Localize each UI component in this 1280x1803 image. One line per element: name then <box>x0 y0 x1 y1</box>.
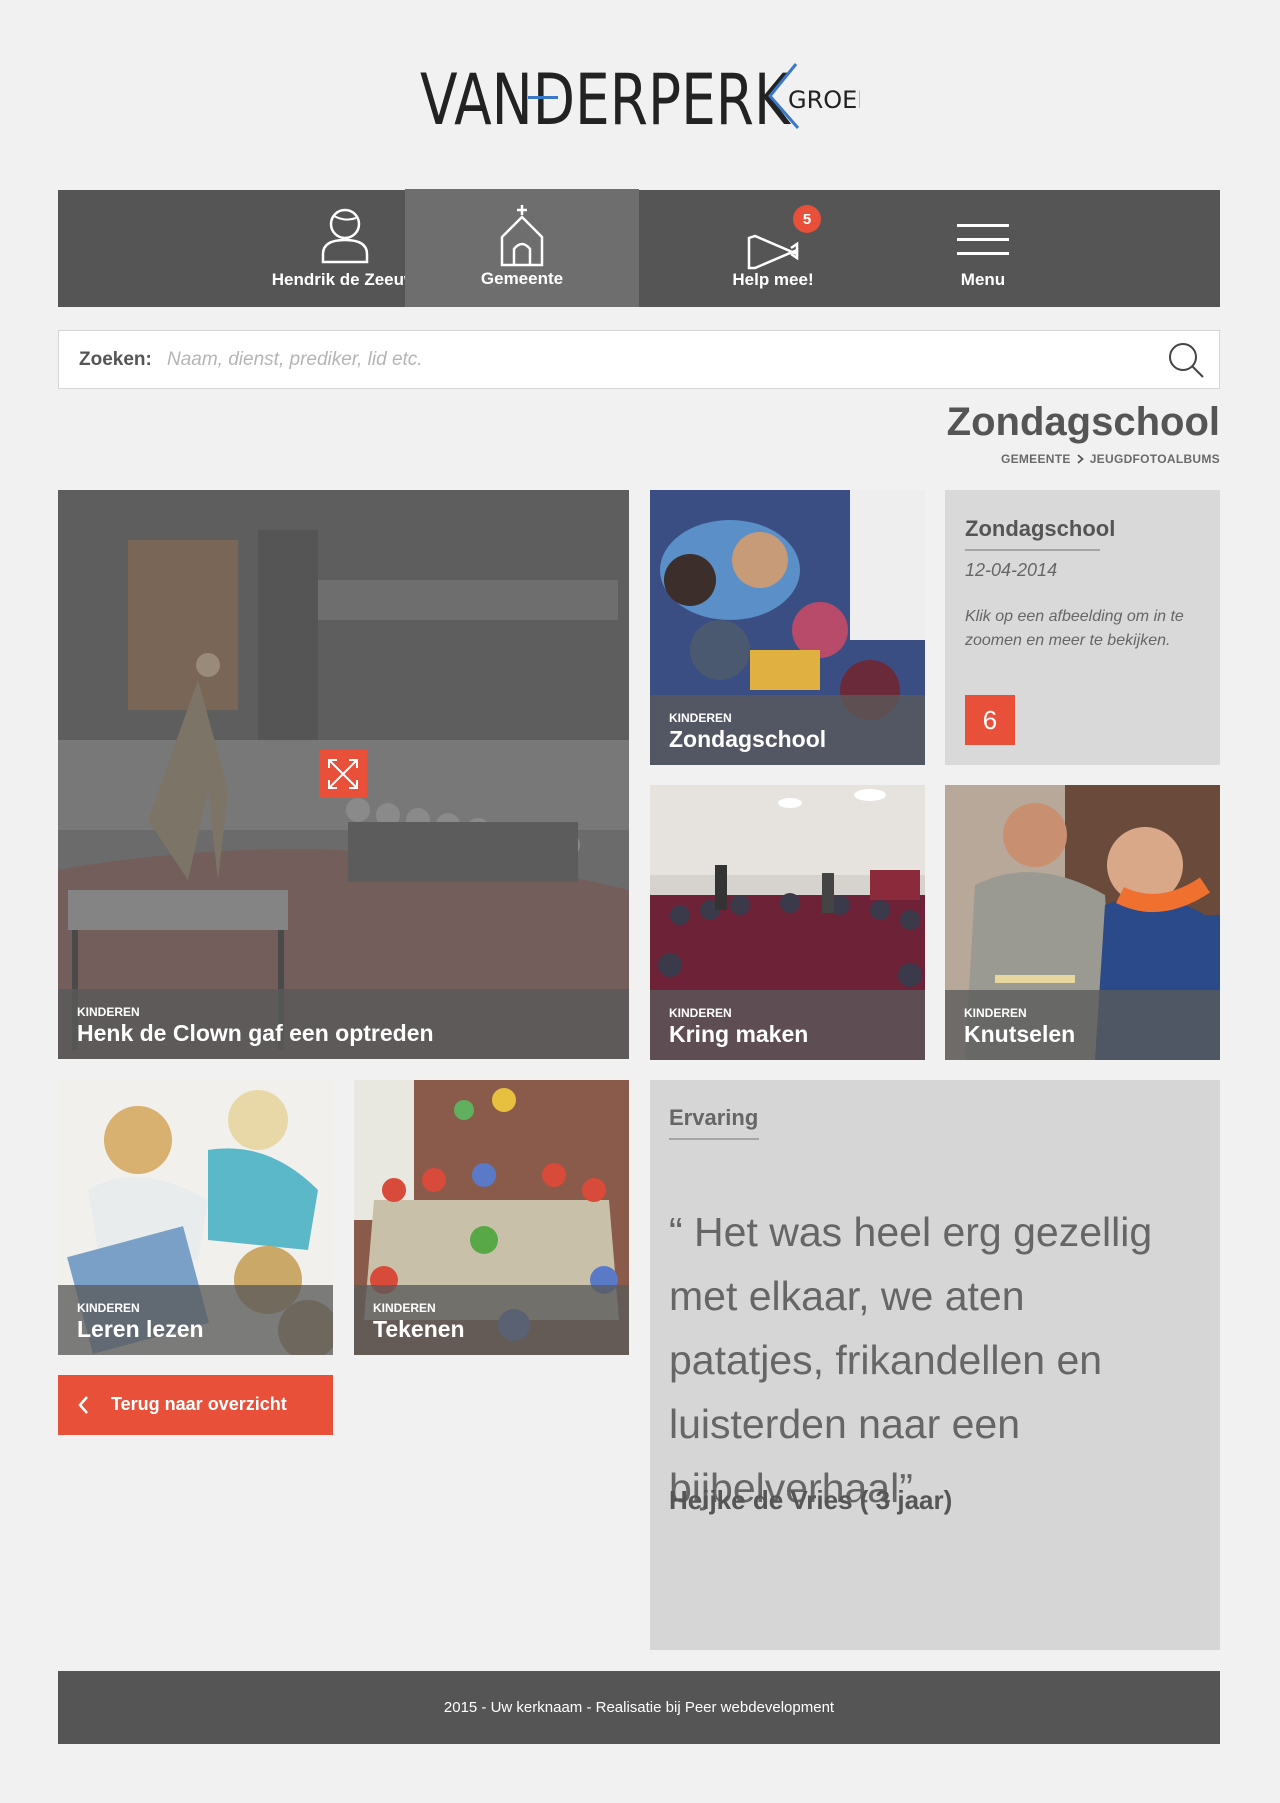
photo-tile-kring-maken[interactable]: KINDEREN Kring maken <box>650 785 925 1060</box>
tile-title: Knutselen <box>964 1021 1076 1047</box>
nav-item-label: Hendrik de Zeeuw <box>271 270 418 289</box>
photo-tile-zondagschool[interactable]: KINDEREN Zondagschool <box>650 490 925 765</box>
church-icon <box>500 205 544 267</box>
tile-title: Tekenen <box>373 1316 465 1342</box>
page-title: Zondagschool <box>946 400 1220 444</box>
logo-main-text: VANDERPERK <box>420 59 792 138</box>
back-to-overview-button[interactable]: Terug naar overzicht <box>58 1375 333 1435</box>
tile-category: KINDEREN <box>669 711 732 725</box>
nav-item-profile[interactable]: Hendrik de Zeeuw <box>262 190 427 307</box>
photo-count-badge: 6 <box>965 695 1015 745</box>
tile-title: Henk de Clown gaf een optreden <box>77 1020 434 1046</box>
tile-category: KINDEREN <box>964 1006 1027 1020</box>
album-date: 12-04-2014 <box>965 560 1058 580</box>
footer-text: 2015 - Uw kerknaam - Realisatie bij Peer… <box>443 1699 835 1716</box>
testimonial-author: Heijke de Vries ( 3 jaar) <box>669 1485 953 1515</box>
expand-icon <box>328 759 358 789</box>
tile-category: KINDEREN <box>669 1006 732 1020</box>
tile-category: KINDEREN <box>373 1301 436 1315</box>
chevron-right-icon <box>1077 454 1084 464</box>
divider <box>965 549 1100 551</box>
testimonial-text: “ Het was heel erg gezellig met elkaar, … <box>669 1209 1153 1511</box>
user-icon <box>321 208 368 264</box>
nav-item-help[interactable]: 5 Help mee! <box>698 190 848 307</box>
photo-tile-large[interactable]: KINDEREN Henk de Clown gaf een optreden <box>58 490 629 1059</box>
nav-item-label: Help mee! <box>732 270 814 289</box>
photo-tile-leren-lezen[interactable]: KINDEREN Leren lezen <box>58 1080 333 1355</box>
testimonial-heading: Ervaring <box>669 1105 759 1130</box>
breadcrumb: GEMEENTE JEUGDFOTOALBUMS <box>1001 452 1220 466</box>
tile-category: KINDEREN <box>77 1005 140 1019</box>
nav-item-label: Gemeente <box>480 269 564 288</box>
tile-title: Zondagschool <box>669 726 827 752</box>
tile-category: KINDEREN <box>77 1301 140 1315</box>
breadcrumb-link-gemeente[interactable]: GEMEENTE <box>1001 452 1071 466</box>
logo-graphic: VANDERPERK GROEP <box>420 59 872 141</box>
album-info-box: Zondagschool 12-04-2014 Klik op een afbe… <box>945 490 1220 765</box>
photo-tile-tekenen[interactable]: KINDEREN Tekenen <box>354 1080 629 1355</box>
tile-title: Kring maken <box>669 1021 809 1047</box>
album-instructions: Klik op een afbeelding om in te zoomen e… <box>965 608 1184 649</box>
main-nav: Hendrik de Zeeuw Gemeente 5 Help mee! Me… <box>58 189 1220 307</box>
notification-badge: 5 <box>793 205 821 233</box>
hamburger-icon <box>957 224 1009 255</box>
divider <box>669 1138 759 1140</box>
site-logo[interactable]: VANDERPERK GROEP <box>420 58 872 141</box>
nav-item-menu[interactable]: Menu <box>923 190 1043 307</box>
footer: 2015 - Uw kerknaam - Realisatie bij Peer… <box>58 1671 1220 1744</box>
logo-sub-text: GROEP <box>788 86 860 114</box>
nav-item-label: Menu <box>960 270 1006 289</box>
search-label: Zoeken: <box>79 349 152 370</box>
testimonial-box: Ervaring “ Het was heel erg gezellig met… <box>650 1080 1220 1650</box>
logo-blue-accent-1 <box>528 96 558 99</box>
search-bar: Zoeken: <box>58 330 1220 389</box>
search-input[interactable] <box>167 341 1107 379</box>
chevron-left-icon <box>78 1396 88 1414</box>
breadcrumb-link-jeugdfotoalbums[interactable]: JEUGDFOTOALBUMS <box>1090 452 1220 466</box>
photo-tile-knutselen[interactable]: KINDEREN Knutselen <box>945 785 1220 1060</box>
nav-item-gemeente[interactable]: Gemeente <box>405 189 639 307</box>
back-button-label: Terug naar overzicht <box>111 1394 287 1414</box>
album-title: Zondagschool <box>965 516 1116 541</box>
tile-title: Leren lezen <box>77 1316 204 1342</box>
expand-image-button[interactable] <box>319 750 367 798</box>
search-icon[interactable] <box>1167 341 1205 379</box>
